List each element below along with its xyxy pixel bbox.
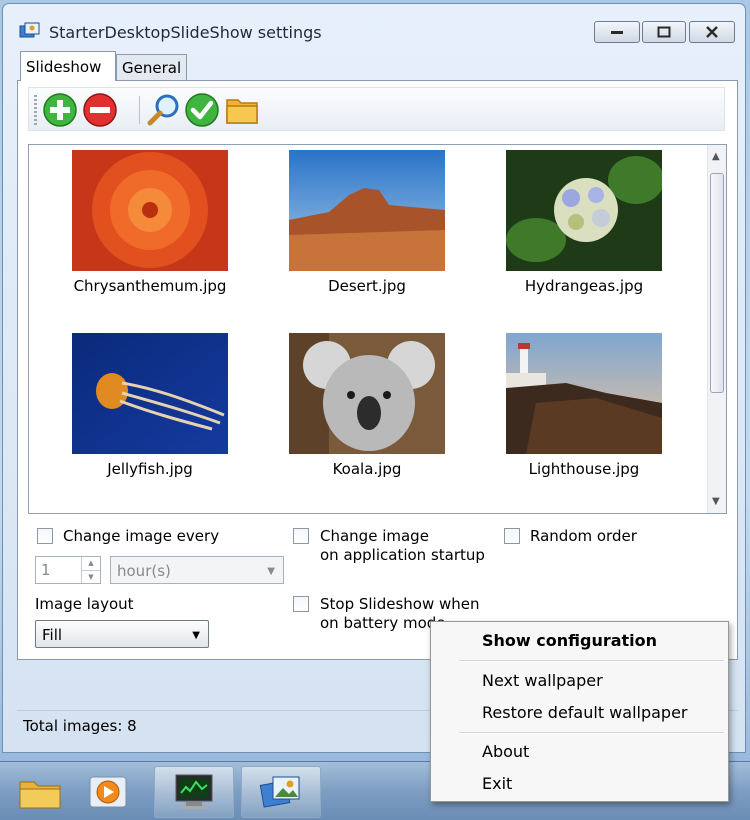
startup-label-line1: Change image (320, 527, 429, 545)
image-gallery[interactable]: Chrysanthemum.jpg Desert.jpg Hydrangeas.… (28, 144, 727, 514)
toolbar-separator (139, 96, 140, 124)
tray-context-menu: Show configuration Next wallpaper Restor… (430, 621, 729, 802)
chrysanthemum-thumbnail (72, 150, 228, 271)
media-player-icon (89, 776, 127, 808)
gallery-item[interactable]: Desert.jpg (272, 150, 462, 295)
interval-unit-value: hour(s) (117, 562, 171, 580)
interval-unit-select[interactable]: hour(s) ▼ (110, 556, 284, 584)
gallery-caption: Jellyfish.jpg (107, 460, 193, 478)
maximize-icon (657, 26, 671, 38)
chevron-up-icon[interactable]: ▲ (82, 557, 100, 570)
battery-checkbox[interactable] (293, 596, 309, 612)
lighthouse-thumbnail (506, 333, 662, 454)
minimize-icon (611, 31, 623, 34)
tab-slideshow[interactable]: Slideshow (20, 51, 116, 81)
desert-thumbnail (289, 150, 445, 271)
app-icon (19, 22, 40, 38)
slideshow-app-icon (259, 776, 300, 808)
taskbar-system-monitor[interactable] (154, 766, 234, 818)
menu-item-next-wallpaper[interactable]: Next wallpaper (482, 671, 603, 690)
tab-slideshow-label: Slideshow (26, 58, 102, 76)
startup-checkbox[interactable] (293, 528, 309, 544)
gallery-item[interactable]: Jellyfish.jpg (55, 333, 245, 478)
koala-thumbnail (289, 333, 445, 454)
menu-separator (459, 660, 724, 662)
jellyfish-thumbnail (72, 333, 228, 454)
remove-icon[interactable] (82, 92, 118, 128)
folder-icon[interactable] (224, 92, 260, 128)
toolbar-grip[interactable] (34, 95, 37, 125)
gallery-caption: Chrysanthemum.jpg (73, 277, 227, 295)
gallery-scrollbar[interactable]: ▲ ▼ (707, 145, 726, 513)
gallery-caption: Lighthouse.jpg (528, 460, 640, 478)
menu-item-show-configuration[interactable]: Show configuration (482, 631, 657, 650)
image-layout-value: Fill (42, 626, 63, 644)
scrollbar-thumb[interactable] (710, 173, 724, 393)
tab-general-label: General (122, 59, 182, 77)
slideshow-panel: Chrysanthemum.jpg Desert.jpg Hydrangeas.… (17, 80, 738, 660)
gallery-caption: Hydrangeas.jpg (524, 277, 644, 295)
system-monitor-icon (175, 774, 213, 809)
minimize-button[interactable] (594, 21, 640, 43)
maximize-button[interactable] (642, 21, 686, 43)
stepper-buttons: ▲ ▼ (81, 557, 100, 583)
scroll-up-icon[interactable]: ▲ (712, 151, 720, 162)
close-button[interactable] (689, 21, 735, 43)
image-layout-select[interactable]: Fill ▼ (35, 620, 209, 648)
gallery-item[interactable]: Lighthouse.jpg (489, 333, 679, 478)
hydrangeas-thumbnail (506, 150, 662, 271)
gallery-caption: Desert.jpg (328, 277, 406, 295)
battery-label-line1: Stop Slideshow when (320, 595, 480, 613)
gallery-item[interactable]: Koala.jpg (272, 333, 462, 478)
menu-item-about[interactable]: About (482, 742, 529, 761)
startup-label-line2: on application startup (320, 546, 485, 564)
title-bar[interactable]: StarterDesktopSlideShow settings (3, 4, 745, 46)
battery-label-line2: on battery mode (320, 614, 446, 632)
add-icon[interactable] (42, 92, 78, 128)
image-layout-label: Image layout (35, 595, 134, 613)
change-every-label: Change image every (63, 527, 220, 545)
taskbar-slideshow-app[interactable] (241, 766, 321, 818)
random-order-checkbox[interactable] (504, 528, 520, 544)
gallery-caption: Koala.jpg (332, 460, 402, 478)
change-every-checkbox[interactable] (37, 528, 53, 544)
scroll-down-icon[interactable]: ▼ (712, 496, 720, 507)
menu-item-restore-default-wallpaper[interactable]: Restore default wallpaper (482, 703, 688, 722)
gallery-item[interactable]: Hydrangeas.jpg (489, 150, 679, 295)
total-images-status: Total images: 8 (23, 717, 137, 735)
interval-value: 1 (41, 561, 51, 579)
interval-stepper[interactable]: 1 ▲ ▼ (35, 556, 101, 584)
random-order-label: Random order (530, 527, 637, 545)
menu-separator (459, 732, 724, 734)
chevron-down-icon[interactable]: ▼ (82, 570, 100, 584)
window-title: StarterDesktopSlideShow settings (49, 23, 322, 42)
explorer-icon (19, 781, 61, 809)
menu-item-exit[interactable]: Exit (482, 774, 512, 793)
ok-icon[interactable] (184, 92, 220, 128)
chevron-down-icon: ▼ (267, 566, 275, 577)
close-icon (706, 26, 718, 38)
tab-general[interactable]: General (116, 54, 187, 80)
search-icon[interactable] (146, 92, 182, 128)
chevron-down-icon: ▼ (192, 630, 200, 641)
toolbar (28, 87, 725, 131)
gallery-item[interactable]: Chrysanthemum.jpg (55, 150, 245, 295)
taskbar-media-player[interactable] (68, 766, 148, 818)
